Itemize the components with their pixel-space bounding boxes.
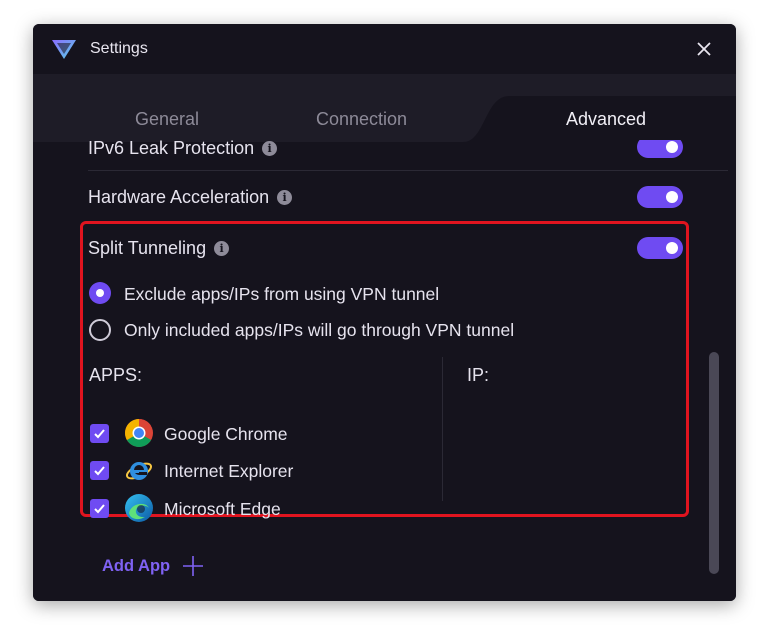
microsoft-edge-checkbox[interactable]	[90, 499, 109, 518]
chrome-checkbox[interactable]	[90, 424, 109, 443]
app-name-chrome: Google Chrome	[164, 424, 288, 444]
close-button[interactable]	[689, 34, 719, 64]
toggle-knob	[666, 191, 678, 203]
check-icon	[94, 429, 105, 439]
tab-connection[interactable]: Connection	[316, 109, 407, 130]
check-icon	[94, 466, 105, 476]
ipv6-toggle[interactable]	[637, 140, 683, 158]
info-icon[interactable]: i	[214, 241, 230, 256]
ipv6-label: IPv6 Leak Protection	[88, 140, 255, 158]
window-title: Settings	[90, 40, 148, 57]
toggle-knob	[666, 242, 678, 254]
info-icon[interactable]: i	[277, 190, 293, 205]
info-icon[interactable]: i	[262, 141, 278, 156]
hardware-acceleration-label: Hardware Acceleration	[88, 187, 270, 207]
plus-icon	[183, 556, 204, 576]
check-icon	[94, 504, 105, 514]
ip-heading: IP:	[467, 365, 490, 385]
split-tunneling-toggle[interactable]	[637, 237, 683, 259]
chrome-icon	[125, 419, 153, 447]
settings-window: Settings General Connection Advanced IPv…	[33, 24, 736, 601]
close-icon	[697, 42, 711, 56]
microsoft-edge-icon	[125, 494, 153, 522]
app-name-microsoft-edge: Microsoft Edge	[164, 499, 281, 519]
split-tunneling-label: Split Tunneling	[88, 238, 207, 258]
internet-explorer-checkbox[interactable]	[90, 461, 109, 480]
toggle-knob	[666, 141, 678, 153]
add-app-button[interactable]: Add App	[102, 555, 204, 577]
column-divider	[442, 357, 443, 501]
hardware-acceleration-row: Hardware Acceleration i	[88, 187, 293, 208]
tab-general[interactable]: General	[135, 109, 199, 130]
exclude-apps-label[interactable]: Exclude apps/IPs from using VPN tunnel	[124, 284, 439, 305]
internet-explorer-icon	[125, 462, 153, 480]
exclude-apps-radio[interactable]	[89, 282, 111, 304]
hardware-acceleration-toggle[interactable]	[637, 186, 683, 208]
divider	[88, 170, 728, 171]
split-tunneling-row: Split Tunneling i	[88, 238, 230, 259]
settings-content: IPv6 Leak Protection i Hardware Accelera…	[33, 140, 736, 601]
title-bar: Settings	[33, 24, 736, 74]
app-name-internet-explorer: Internet Explorer	[164, 461, 294, 481]
include-only-radio[interactable]	[89, 319, 111, 341]
ipv6-row: IPv6 Leak Protection i	[88, 140, 278, 159]
apps-heading: APPS:	[89, 365, 143, 385]
background-fragment	[492, 8, 672, 24]
bottom-edge	[33, 590, 736, 601]
tab-advanced[interactable]: Advanced	[566, 109, 646, 130]
vpn-logo-icon	[52, 40, 76, 59]
scrollbar-thumb[interactable]	[709, 352, 719, 574]
include-only-label[interactable]: Only included apps/IPs will go through V…	[124, 320, 514, 341]
add-app-label: Add App	[102, 556, 171, 575]
